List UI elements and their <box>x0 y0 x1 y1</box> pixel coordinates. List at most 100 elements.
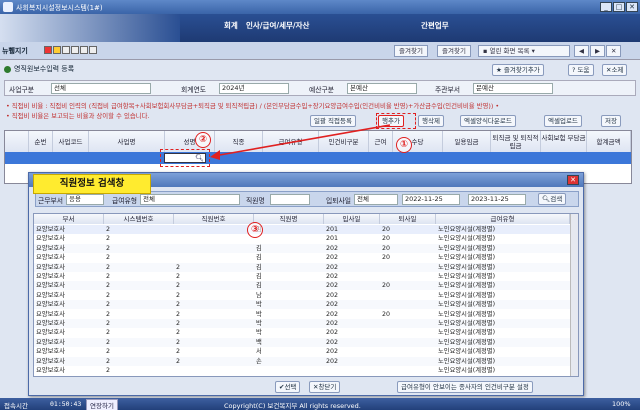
year-select[interactable]: 2024년 <box>219 83 289 94</box>
help-button[interactable]: ? 도움 <box>568 64 594 76</box>
zoom-level: 100% <box>612 400 631 408</box>
dlg-paytype-setting-button[interactable]: 급여유형이 안보이는 종사자의 인건비구분 설정 <box>397 381 533 393</box>
dlg-table-cell: 노인요양시설(계정별) <box>438 357 496 365</box>
dlg-table-row[interactable]: 요양보호사 2 2 남 202 노인요양시설(계정별) <box>34 290 570 300</box>
dlg-table-row[interactable]: 요양보호사 2 2 김 202 20 노인요양시설(계정별) <box>34 281 570 291</box>
dlg-table-cell: 노인요양시설(계정별) <box>438 291 496 299</box>
close-form-button[interactable]: ✕소제 <box>602 64 628 76</box>
dlg-table-cell: 2 <box>106 254 111 262</box>
maximize-button[interactable]: □ <box>613 2 625 12</box>
dlg-search-button[interactable]: 🔍︎검색 <box>538 193 567 205</box>
white-square-icon[interactable] <box>80 46 88 54</box>
dlg-table-cell: 202 <box>326 273 339 280</box>
open-screens-dropdown[interactable]: ▪ 열린 화면 목록 ▾ <box>478 45 570 57</box>
dept-select[interactable]: 문예산 <box>473 83 553 94</box>
nav-fav-button-1[interactable]: 즐겨찾기 <box>394 45 428 57</box>
excel-upload-button[interactable]: 엑셀업로드 <box>544 115 582 127</box>
dlg-table-cell: 20 <box>382 244 391 252</box>
add-favorite-button[interactable]: ★ 즐겨찾기추가 <box>492 64 544 76</box>
dlg-type-select[interactable]: 전체 <box>140 194 240 205</box>
dlg-table-cell: 2 <box>176 338 181 346</box>
dlg-table-cell: 20 <box>382 226 391 233</box>
dlg-table-cell: 20 <box>382 282 391 290</box>
nav-close-icon[interactable]: ✕ <box>606 45 622 57</box>
dlg-table-cell: 2 <box>176 329 181 337</box>
dlg-table-row[interactable]: 요양보호사 2 2 김 202 노인요양시설(계정별) <box>34 272 570 281</box>
dlg-table-row[interactable]: 요양보호사 2 2 박 202 노인요양시설(계정별) <box>34 300 570 310</box>
delete-row-button[interactable]: 행삭제 <box>418 115 444 127</box>
dlg-table-row[interactable]: 요양보호사2김20120노인요양시설(계정별) <box>34 225 570 234</box>
dlg-table-row[interactable]: 요양보호사 2 2 박 202 노인요양시설(계정별) <box>34 319 570 328</box>
app-logo-area <box>0 14 180 42</box>
dialog-caption-label: 직원정보 검색창 <box>33 174 151 194</box>
grid-header-severance: 퇴직금 및 퇴직적립금 <box>491 131 541 153</box>
dlg-name-input[interactable] <box>270 194 310 205</box>
dlg-table-row[interactable]: 요양보호사 2 2 손 202 노인요양시설(계정별) <box>34 356 570 366</box>
left-nav-label[interactable]: 뉴쀙지기 <box>2 46 28 56</box>
dlg-dept-select[interactable]: 응용 <box>66 194 104 205</box>
extend-session-button[interactable]: 연장하기 <box>86 399 118 410</box>
nav-band: 뉴쀙지기 즐겨찾기 즐겨찾기 ▪ 열린 화면 목록 ▾ ◀ ▶ ✕ <box>0 42 640 60</box>
dialog-close-icon[interactable]: ✕ <box>567 175 579 185</box>
dlg-close-button[interactable]: ✕창닫기 <box>309 381 341 393</box>
dlg-table-cell: 요양보호사 <box>36 254 65 262</box>
dlg-table-cell: 요양보호사 <box>36 226 65 233</box>
direct-cost-note-2: • 직접비 비율은 보고되는 비율과 상이할 수 있습니다. <box>6 112 150 120</box>
dlg-table-row[interactable]: 요양보호사 2 2 백 202 노인요양시설(계정별) <box>34 337 570 347</box>
dlg-table-cell: 노인요양시설(계정별) <box>438 282 496 290</box>
minimize-button[interactable]: _ <box>600 2 612 12</box>
dlg-select-button[interactable]: ✔선택 <box>275 381 301 393</box>
dlg-table-cell: 노인요양시설(계정별) <box>438 244 496 252</box>
business-select[interactable]: 선체 <box>51 83 151 94</box>
menu-hr-payroll[interactable]: 인사/급여/세무/자산 <box>246 20 309 31</box>
dlg-date-from[interactable]: 2022-11-25 <box>402 194 460 205</box>
dlg-table-cell: 남 <box>256 291 262 299</box>
grid-header-total: 합계금액 <box>587 131 631 153</box>
dlg-header-hiredate: 입사일 <box>324 214 380 224</box>
dlg-table-row[interactable]: 요양보호사 2 2 서 202 노인요양시설(계정별) <box>34 347 570 357</box>
dlg-table-cell: 요양보호사 <box>36 301 65 309</box>
menu-accounting[interactable]: 회계 <box>224 20 238 31</box>
excel-template-download-button[interactable]: 엑셀양식다운로드 <box>460 115 516 127</box>
yellow-square-icon[interactable] <box>53 46 61 54</box>
dlg-table-row[interactable]: 요양보호사 2 2 김 202 노인요양시설(계정별) <box>34 262 570 272</box>
grid-header-bizcode: 사업코드 <box>53 131 89 153</box>
dlg-table-cell: 요양보호사 <box>36 357 65 365</box>
employee-search-dialog: ✕ 근무부서 응용 급여유형 전체 직원명 입퇴사일 전체 2022-11-25… <box>28 172 584 396</box>
dlg-table-cell: 노인요양시설(계정별) <box>438 301 496 309</box>
annotation-circle-3: ③ <box>247 222 263 238</box>
dlg-name-label: 직원명 <box>246 197 265 205</box>
dlg-table-cell: 2 <box>106 338 111 346</box>
dlg-table-cell: 201 <box>326 226 339 233</box>
dlg-dept-label: 근무부서 <box>38 197 64 205</box>
dlg-table-row[interactable]: 요양보호사 2 김 202 20 노인요양시설(계정별) <box>34 253 570 263</box>
dlg-header-paytype: 급여유형 <box>436 214 570 224</box>
nav-fav-button-2[interactable]: 즐겨찾기 <box>437 45 471 57</box>
dlg-table-cell: 박 <box>256 301 262 309</box>
menu-easy-tasks[interactable]: 간편업무 <box>421 20 449 31</box>
grid-header-check[interactable] <box>5 131 29 153</box>
white-square-icon[interactable] <box>71 46 79 54</box>
dlg-table-cell: 202 <box>326 282 339 290</box>
dlg-table-row[interactable]: 요양보호사 2 201 20 노인요양시설(계정별) <box>34 234 570 244</box>
dlg-date-to[interactable]: 2023-11-25 <box>468 194 526 205</box>
dlg-header-leavedate: 퇴사일 <box>380 214 436 224</box>
dlg-header-dept: 부서 <box>34 214 104 224</box>
dlg-table-row[interactable]: 요양보호사 2 2 박 202 20 노인요양시설(계정별) <box>34 309 570 319</box>
nav-first-icon[interactable]: ◀ <box>574 45 589 57</box>
dlg-table-cell: 노인요양시설(계정별) <box>438 320 496 327</box>
save-button[interactable]: 저장 <box>601 115 621 127</box>
budget-select[interactable]: 본예산 <box>347 83 417 94</box>
close-window-button[interactable]: ✕ <box>626 2 638 12</box>
dlg-table-cell: 박 <box>256 310 262 318</box>
dlg-table-row[interactable]: 요양보호사 2 2 박 202 노인요양시설(계정별) <box>34 328 570 338</box>
dlg-date-type-select[interactable]: 전체 <box>354 194 398 205</box>
dlg-scrollbar[interactable] <box>570 214 578 376</box>
red-square-icon[interactable] <box>44 46 52 54</box>
nav-next-icon[interactable]: ▶ <box>590 45 605 57</box>
white-square-icon[interactable] <box>62 46 70 54</box>
dlg-table-row[interactable]: 요양보호사 2 노인요양시설(계정별) <box>34 366 570 375</box>
white-square-icon[interactable] <box>89 46 97 54</box>
dlg-table-row[interactable]: 요양보호사 2 김 202 20 노인요양시설(계정별) <box>34 243 570 253</box>
dlg-table-cell: 노인요양시설(계정별) <box>438 338 496 346</box>
